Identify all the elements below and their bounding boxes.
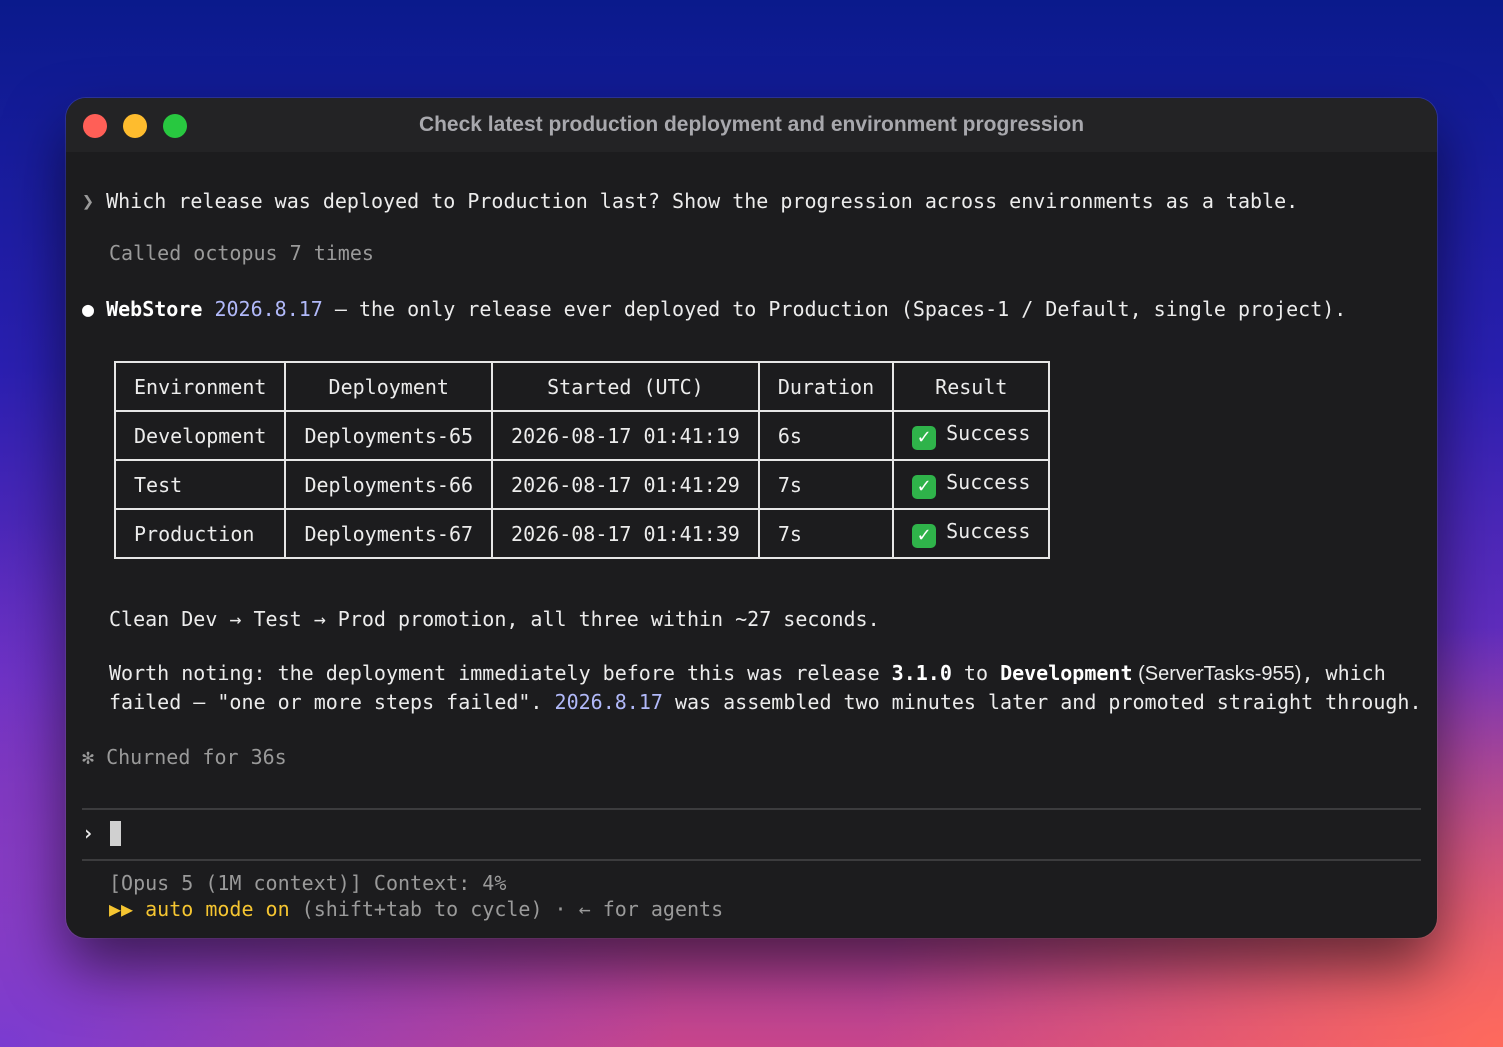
- cell-started: 2026-08-17 01:41:19: [491, 410, 760, 461]
- input-divider-bottom: [82, 859, 1421, 861]
- table-header-row: Environment Deployment Started (UTC) Dur…: [113, 361, 1051, 412]
- table-row: Development Deployments-65 2026-08-17 01…: [113, 410, 1051, 461]
- check-icon: ✓: [912, 426, 937, 450]
- cell-result: ✓ Success: [892, 508, 1051, 559]
- bullet-icon: ●: [82, 297, 95, 321]
- mode-status: ▶▶ auto mode on (shift+tab to cycle) · ←…: [109, 897, 723, 921]
- release-version: 2026.8.17: [554, 690, 663, 714]
- check-icon: ✓: [912, 524, 937, 548]
- prompt-input[interactable]: [126, 821, 1406, 846]
- check-icon: ✓: [912, 475, 937, 499]
- cell-deployment: Deployments-66: [284, 459, 494, 510]
- status-text: Churned for 36s: [106, 745, 287, 769]
- result-label: Success: [946, 421, 1031, 445]
- terminal-window: Check latest production deployment and e…: [66, 98, 1437, 938]
- title-bar: Check latest production deployment and e…: [66, 98, 1437, 152]
- previous-release: 3.1.0: [891, 661, 952, 685]
- header-result: Result: [892, 361, 1051, 412]
- window-title: Check latest production deployment and e…: [418, 113, 1085, 136]
- header-started: Started (UTC): [491, 361, 760, 412]
- cell-environment: Development: [113, 410, 287, 461]
- input-chevron-icon: ›: [82, 821, 95, 845]
- text-cursor[interactable]: [110, 821, 121, 846]
- worth-noting-line-2: failed – "one or more steps failed". 202…: [109, 690, 1422, 714]
- auto-mode-label[interactable]: auto mode on: [145, 897, 290, 921]
- cell-duration: 6s: [757, 410, 895, 461]
- spinner-icon: ✻: [82, 745, 95, 769]
- table-row: Test Deployments-66 2026-08-17 01:41:29 …: [113, 459, 1051, 510]
- promotion-note: Clean Dev → Test → Prod promotion, all t…: [109, 607, 880, 631]
- fast-forward-icon: ▶▶: [109, 897, 134, 921]
- deployment-table: Environment Deployment Started (UTC) Dur…: [113, 361, 1051, 559]
- cell-result: ✓ Success: [892, 410, 1051, 461]
- worth-noting-suffix: , which: [1301, 661, 1386, 685]
- header-environment: Environment: [113, 361, 287, 412]
- project-name: WebStore: [106, 297, 203, 321]
- cell-environment: Test: [113, 459, 287, 510]
- input-divider-top: [82, 808, 1421, 810]
- cell-duration: 7s: [757, 508, 895, 559]
- previous-environment: Development: [1000, 661, 1133, 685]
- result-label: Success: [946, 519, 1031, 543]
- answer-headline: ● WebStore 2026.8.17 – the only release …: [82, 297, 1346, 321]
- failure-text: failed – "one or more steps failed".: [109, 690, 555, 714]
- cell-started: 2026-08-17 01:41:29: [491, 459, 760, 510]
- status-line: ✻ Churned for 36s: [82, 745, 287, 769]
- tool-call-summary: Called octopus 7 times: [109, 241, 374, 265]
- answer-summary: – the only release ever deployed to Prod…: [322, 297, 1347, 321]
- worth-noting-line-1: Worth noting: the deployment immediately…: [109, 661, 1386, 686]
- worth-noting-mid: to: [951, 661, 1001, 685]
- model-context-status: [Opus 5 (1M context)] Context: 4%: [109, 871, 507, 895]
- header-deployment: Deployment: [284, 361, 494, 412]
- promotion-text: was assembled two minutes later and prom…: [662, 690, 1422, 714]
- cell-result: ✓ Success: [892, 459, 1051, 510]
- cell-deployment: Deployments-65: [284, 410, 494, 461]
- result-label: Success: [946, 470, 1031, 494]
- prompt-chevron-icon: ❯: [82, 189, 95, 213]
- cell-environment: Production: [113, 508, 287, 559]
- table-row: Production Deployments-67 2026-08-17 01:…: [113, 508, 1051, 559]
- user-prompt: ❯ Which release was deployed to Producti…: [82, 189, 1298, 213]
- cell-started: 2026-08-17 01:41:39: [491, 508, 760, 559]
- cell-duration: 7s: [757, 459, 895, 510]
- server-task: (ServerTasks-955): [1132, 663, 1302, 685]
- worth-noting-prefix: Worth noting: the deployment immediately…: [109, 661, 892, 685]
- release-version: 2026.8.17: [214, 297, 323, 321]
- cell-deployment: Deployments-67: [284, 508, 494, 559]
- prompt-text: Which release was deployed to Production…: [106, 189, 1299, 213]
- mode-hint: (shift+tab to cycle) · ← for agents: [289, 897, 724, 921]
- header-duration: Duration: [757, 361, 895, 412]
